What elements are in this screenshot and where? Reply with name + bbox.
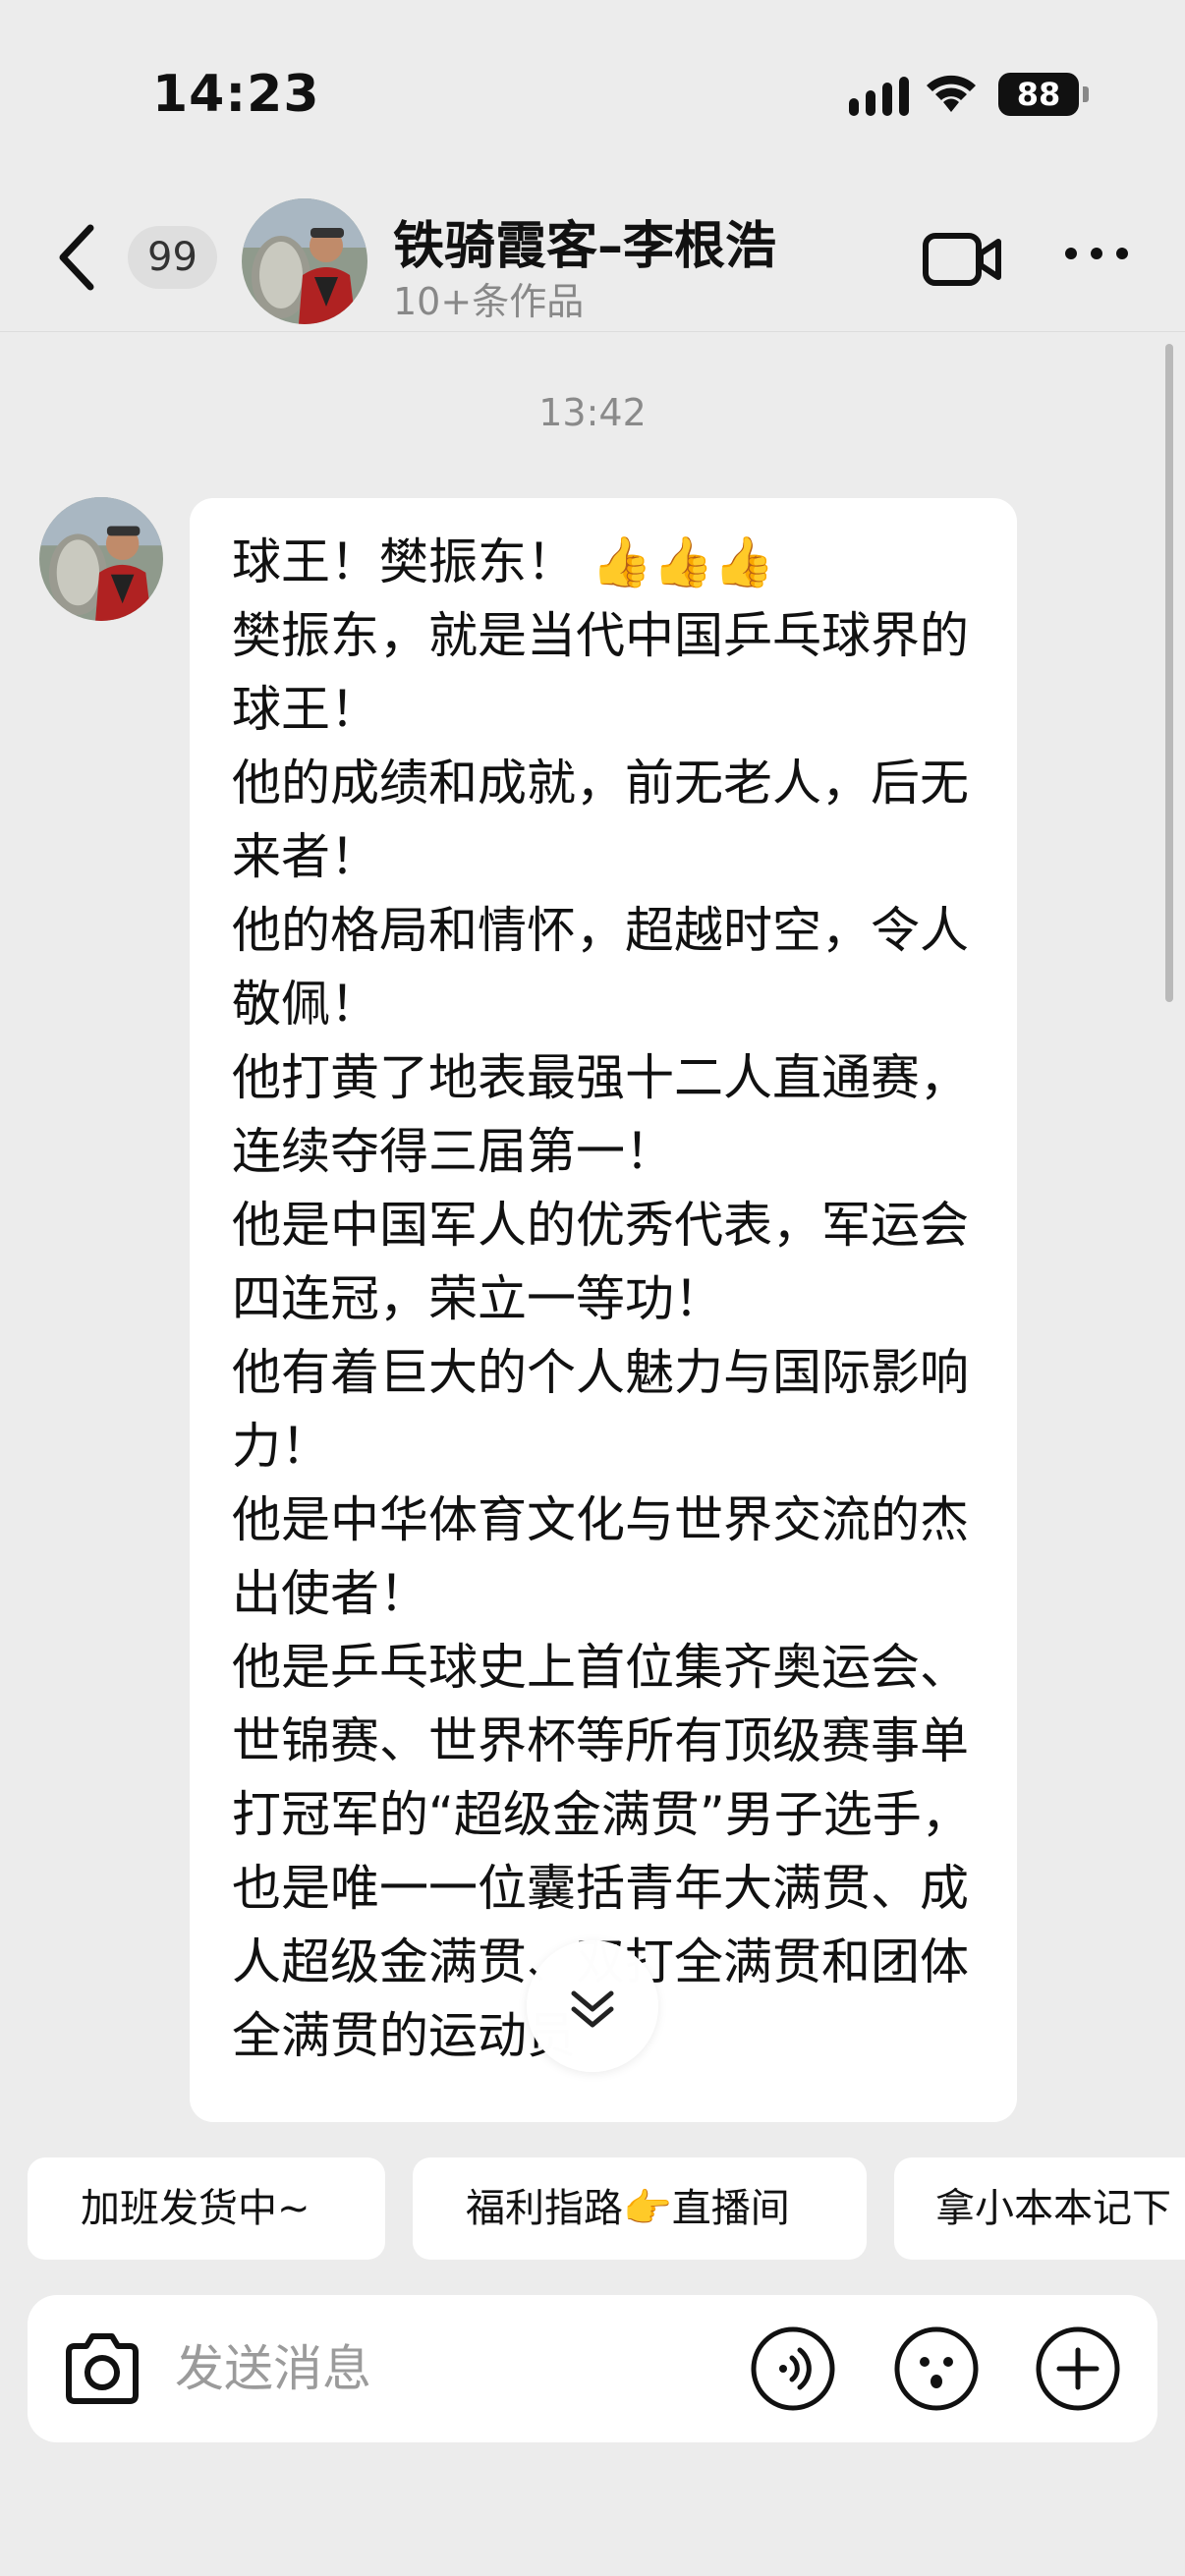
quick-reply-chip[interactable]: 福利指路👉直播间 (413, 2157, 867, 2260)
camera-icon[interactable] (59, 2326, 145, 2411)
chat-scrollbar[interactable] (1165, 344, 1173, 1002)
plus-icon[interactable] (1034, 2324, 1122, 2413)
status-bar: 14:23 88 (0, 0, 1185, 187)
message-first-line: 球王！樊振东！ (232, 533, 576, 590)
quick-reply-chip[interactable]: 拿小本本记下 (894, 2157, 1185, 2260)
contact-avatar[interactable] (242, 198, 367, 324)
chat-header: 99 铁骑霞客–李根浩 10+条作品 (0, 187, 1185, 332)
contact-works-count[interactable]: 10+条作品 (393, 271, 584, 325)
status-time: 14:23 (152, 65, 320, 124)
thumbs-up-emoji: 👍👍👍 (591, 533, 775, 590)
voice-icon[interactable] (749, 2324, 837, 2413)
battery-indicator: 88 (998, 73, 1089, 116)
sender-avatar[interactable] (39, 497, 163, 621)
message-body: 樊振东，就是当代中国乒乓球界的球王！ 他的成绩和成就，前无老人，后无来者！ 他的… (232, 607, 971, 2064)
quick-reply-bar: 加班发货中~ 福利指路👉直播间 拿小本本记下 (0, 2157, 1185, 2260)
wifi-icon (927, 75, 976, 112)
message-bubble[interactable]: 球王！樊振东！ 👍👍👍 樊振东，就是当代中国乒乓球界的球王！ 他的成绩和成就，前… (190, 498, 1017, 2122)
contact-name[interactable]: 铁骑霞客–李根浩 (393, 204, 776, 278)
chat-screen: 14:23 88 99 铁骑霞客–李根浩 10+条作品 13:42 球王！樊振东… (0, 0, 1185, 2576)
more-dots-icon[interactable] (1061, 242, 1132, 265)
emoji-icon[interactable] (892, 2324, 981, 2413)
message-input[interactable] (175, 2324, 725, 2413)
double-chevron-down-icon[interactable] (527, 1940, 658, 2072)
chevron-left-icon[interactable] (51, 218, 102, 297)
unread-count-badge[interactable]: 99 (128, 226, 217, 289)
quick-reply-chip[interactable]: 加班发货中~ (28, 2157, 385, 2260)
message-timestamp: 13:42 (538, 391, 647, 434)
cellular-signal-icon (849, 77, 910, 116)
video-call-icon[interactable] (922, 228, 1004, 291)
message-text: 球王！樊振东！ 👍👍👍 樊振东，就是当代中国乒乓球界的球王！ 他的成绩和成就，前… (232, 526, 988, 2073)
message-input-bar (28, 2295, 1157, 2442)
